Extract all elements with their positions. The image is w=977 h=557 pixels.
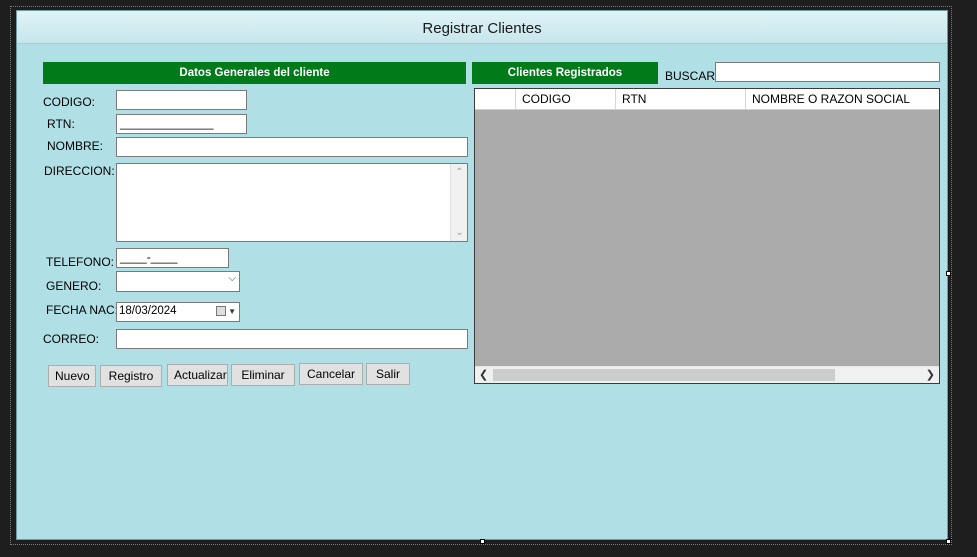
clientes-data-grid[interactable]: CODIGO RTN NOMBRE O RAZON SOCIAL ❮ ❯ [474, 88, 940, 384]
chevron-down-icon[interactable]: ⌵ [228, 273, 236, 284]
nombre-label: NOMBRE: [47, 139, 104, 153]
fecha-nac-value: 18/03/2024 [119, 305, 177, 317]
telefono-mask-text: ____-____ [120, 250, 178, 264]
resize-handle-right[interactable] [946, 271, 951, 276]
rtn-masked-field[interactable]: ______________ [116, 114, 247, 134]
registro-button[interactable]: Registro [100, 365, 162, 387]
genero-label: GENERO: [46, 279, 102, 293]
codigo-label: CODIGO: [43, 95, 96, 109]
rtn-label: RTN: [47, 117, 75, 131]
grid-row-header-cell[interactable] [475, 89, 516, 109]
arrow-up-icon[interactable]: ⌃ [451, 167, 468, 178]
salir-button[interactable]: Salir [366, 363, 410, 385]
cancelar-button[interactable]: Cancelar [299, 363, 363, 385]
correo-field[interactable] [116, 329, 468, 349]
grid-horizontal-scrollbar[interactable]: ❮ ❯ [475, 366, 939, 383]
arrow-left-icon[interactable]: ❮ [479, 368, 488, 381]
direccion-textarea[interactable]: ⌃ ⌄ [116, 163, 468, 242]
nuevo-button[interactable]: Nuevo [48, 365, 96, 387]
resize-handle-bottom-right[interactable] [946, 539, 951, 544]
telefono-masked-field[interactable]: ____-____ [116, 248, 229, 268]
fecha-nac-datepicker[interactable]: 18/03/2024 ▼ [116, 302, 240, 322]
clientes-registrados-header: Clientes Registrados [472, 62, 658, 84]
rtn-mask-text: ______________ [120, 116, 214, 130]
grid-column-rtn[interactable]: RTN [616, 89, 746, 109]
correo-label: CORREO: [43, 332, 100, 346]
fecha-nac-label: FECHA NAC: [46, 303, 119, 317]
window-title: Registrar Clientes [17, 11, 947, 44]
actualizar-button[interactable]: Actualizar [167, 364, 228, 386]
grid-column-codigo[interactable]: CODIGO [516, 89, 616, 109]
direccion-label: DIRECCION: [44, 164, 115, 178]
telefono-label: TELEFONO: [46, 255, 115, 269]
eliminar-button[interactable]: Eliminar [231, 364, 295, 386]
scrollbar-thumb[interactable] [493, 369, 835, 381]
direccion-vertical-scrollbar[interactable]: ⌃ ⌄ [450, 164, 467, 241]
grid-column-nombre-razon-social[interactable]: NOMBRE O RAZON SOCIAL [746, 89, 939, 109]
chevron-down-icon[interactable]: ▼ [228, 303, 236, 320]
arrow-down-icon[interactable]: ⌄ [451, 227, 468, 238]
nombre-field[interactable] [116, 137, 468, 157]
datos-generales-header: Datos Generales del cliente [43, 62, 466, 84]
calendar-icon[interactable] [216, 306, 226, 316]
resize-handle-bottom[interactable] [480, 539, 485, 544]
arrow-right-icon[interactable]: ❯ [926, 368, 935, 381]
codigo-field[interactable] [116, 90, 247, 110]
grid-header-row: CODIGO RTN NOMBRE O RAZON SOCIAL [475, 89, 939, 110]
buscar-input[interactable] [715, 62, 940, 82]
buscar-label: BUSCAR: [665, 69, 719, 83]
genero-select[interactable]: ⌵ [116, 271, 240, 292]
registrar-clientes-form: Registrar Clientes Datos Generales del c… [16, 10, 948, 540]
